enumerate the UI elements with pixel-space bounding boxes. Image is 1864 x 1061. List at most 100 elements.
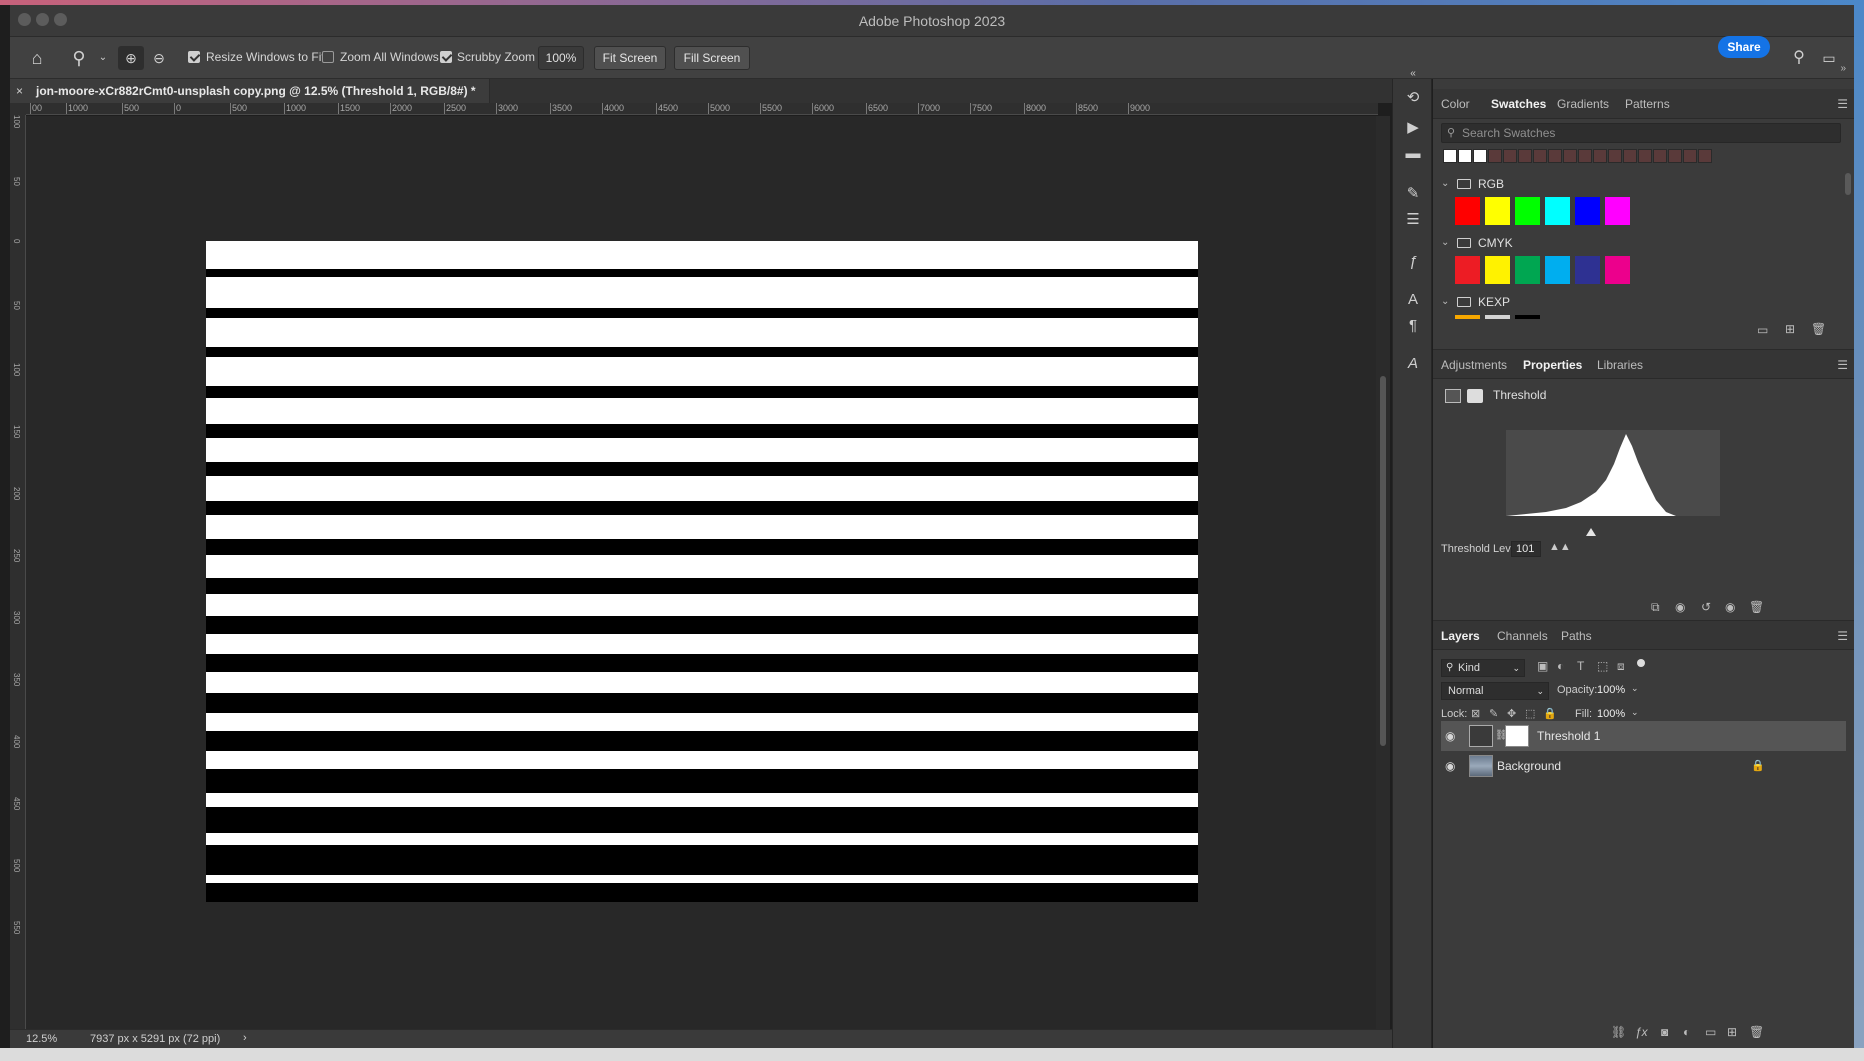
color-swatch[interactable] xyxy=(1575,256,1600,284)
panel-menu-icon[interactable]: ☰ xyxy=(1837,629,1848,643)
color-swatch[interactable] xyxy=(1455,256,1480,284)
tab-paths[interactable]: Paths xyxy=(1561,621,1592,651)
color-swatch[interactable] xyxy=(1515,315,1540,319)
recent-color-swatch[interactable] xyxy=(1458,149,1472,163)
tab-color[interactable]: Color xyxy=(1441,89,1470,119)
filter-shape-icon[interactable]: ⬚ xyxy=(1597,659,1608,673)
panel-menu-icon[interactable]: ☰ xyxy=(1837,97,1848,111)
tab-patterns[interactable]: Patterns xyxy=(1625,89,1670,119)
color-swatch[interactable] xyxy=(1485,256,1510,284)
filter-smart-object-icon[interactable]: ⧈ xyxy=(1617,659,1625,674)
fill-chevron-down-icon[interactable]: ⌄ xyxy=(1631,707,1639,718)
zoom-all-windows-checkbox[interactable] xyxy=(322,51,334,63)
panel-menu-icon[interactable]: ☰ xyxy=(1837,358,1848,372)
filter-pixel-icon[interactable]: ▣ xyxy=(1537,659,1548,673)
adjustments-sliders-icon[interactable]: ☰ xyxy=(1401,209,1425,231)
glyphs-icon[interactable]: A xyxy=(1401,353,1425,375)
color-swatch[interactable] xyxy=(1545,256,1570,284)
layer-mask-thumbnail[interactable] xyxy=(1505,725,1529,747)
tab-swatches[interactable]: Swatches xyxy=(1491,89,1546,119)
fill-screen-button[interactable]: Fill Screen xyxy=(674,46,750,70)
threshold-level-input[interactable]: 101 xyxy=(1511,541,1541,557)
tab-gradients[interactable]: Gradients xyxy=(1557,89,1609,119)
filter-toggle-icon[interactable] xyxy=(1637,659,1645,667)
home-icon[interactable]: ⌂ xyxy=(24,46,50,70)
delete-adjustment-icon[interactable]: 🗑 xyxy=(1749,600,1764,614)
recent-color-swatch[interactable] xyxy=(1518,149,1532,163)
clip-to-layer-icon[interactable]: ⧉ xyxy=(1651,600,1660,615)
horizontal-ruler[interactable]: 00 1000 500 0 500 1000 1500 2000 2500 3000 3500 400… xyxy=(26,103,1378,115)
layer-mask-icon[interactable] xyxy=(1467,389,1483,403)
color-swatch[interactable] xyxy=(1515,197,1540,225)
recent-color-swatch[interactable] xyxy=(1668,149,1682,163)
styles-fx-icon[interactable]: ƒ xyxy=(1401,251,1425,273)
chevron-down-icon[interactable]: ⌄ xyxy=(1441,173,1449,195)
paragraph-icon[interactable]: ¶ xyxy=(1401,315,1425,337)
new-group-icon[interactable]: ▭ xyxy=(1705,1025,1716,1039)
layer-visibility-eye-icon[interactable]: ◉ xyxy=(1445,751,1455,781)
tab-properties[interactable]: Properties xyxy=(1523,350,1582,380)
layer-row-threshold[interactable]: ◉ ⛓ Threshold 1 xyxy=(1441,721,1846,751)
color-swatch[interactable] xyxy=(1575,197,1600,225)
reset-adjustment-icon[interactable]: ↺ xyxy=(1701,600,1711,614)
new-group-folder-icon[interactable]: ▭ xyxy=(1757,323,1768,337)
zoom-tool-icon[interactable]: ⚲ xyxy=(66,46,92,70)
opacity-input[interactable]: 100% xyxy=(1597,684,1625,696)
collapse-panels-icon[interactable]: » xyxy=(1840,63,1846,74)
new-layer-icon[interactable]: ⊞ xyxy=(1727,1025,1737,1039)
lock-all-icon[interactable]: 🔒 xyxy=(1543,707,1557,720)
lock-image-pixels-icon[interactable]: ✎ xyxy=(1489,707,1498,720)
filter-adjustment-icon[interactable]: ◐ xyxy=(1557,659,1564,673)
swatch-group-cmyk[interactable]: ⌄ CMYK xyxy=(1433,232,1833,254)
lock-transparent-pixels-icon[interactable]: ⊠ xyxy=(1471,707,1480,720)
document-image[interactable] xyxy=(206,241,1198,902)
brush-settings-icon[interactable]: ✎ xyxy=(1401,183,1425,205)
close-tab-icon[interactable]: × xyxy=(16,79,23,103)
character-icon[interactable]: A xyxy=(1401,289,1425,311)
comments-icon[interactable]: ▬ xyxy=(1401,143,1425,165)
zoom-out-icon[interactable]: ⊖ xyxy=(146,46,172,70)
recent-color-swatch[interactable] xyxy=(1578,149,1592,163)
blend-mode-select[interactable]: Normal ⌄ xyxy=(1441,682,1549,700)
toggle-visibility-eye-icon[interactable]: ◉ xyxy=(1725,600,1735,614)
recent-color-swatch[interactable] xyxy=(1488,149,1502,163)
prevent-autonest-icon[interactable]: ⬚ xyxy=(1525,707,1535,720)
recent-color-swatch[interactable] xyxy=(1533,149,1547,163)
recent-color-swatch[interactable] xyxy=(1638,149,1652,163)
new-adjustment-layer-icon[interactable]: ◐ xyxy=(1683,1025,1690,1039)
collapse-icons-icon[interactable]: « xyxy=(1401,63,1425,85)
scrubby-zoom-checkbox[interactable] xyxy=(440,51,452,63)
zoom-in-icon[interactable]: ⊕ xyxy=(118,46,144,70)
tool-preset-chevron-down-icon[interactable]: ⌄ xyxy=(90,46,116,70)
layer-visibility-eye-icon[interactable]: ◉ xyxy=(1445,721,1455,751)
color-swatch[interactable] xyxy=(1485,197,1510,225)
vertical-ruler[interactable]: 100 50 0 50 100 150 200 250 300 350 400 450 500 550 xyxy=(10,115,26,1035)
document-tab[interactable]: × jon-moore-xCr882rCmt0-unsplash copy.pn… xyxy=(10,79,490,103)
recent-color-swatch[interactable] xyxy=(1698,149,1712,163)
color-swatch[interactable] xyxy=(1605,197,1630,225)
opacity-chevron-down-icon[interactable]: ⌄ xyxy=(1631,683,1639,694)
tab-libraries[interactable]: Libraries xyxy=(1597,350,1643,380)
recent-color-swatch[interactable] xyxy=(1593,149,1607,163)
recent-color-swatch[interactable] xyxy=(1608,149,1622,163)
lock-position-icon[interactable]: ✥ xyxy=(1507,707,1516,720)
recent-color-swatch[interactable] xyxy=(1548,149,1562,163)
delete-layer-icon[interactable]: 🗑 xyxy=(1749,1025,1764,1039)
color-swatch[interactable] xyxy=(1455,197,1480,225)
recent-color-swatch[interactable] xyxy=(1623,149,1637,163)
zoom-level-readout[interactable]: 12.5% xyxy=(26,1033,57,1045)
tab-adjustments[interactable]: Adjustments xyxy=(1441,350,1507,380)
chevron-down-icon[interactable]: ⌄ xyxy=(1441,291,1449,313)
delete-swatch-icon[interactable]: 🗑 xyxy=(1811,322,1826,336)
chevron-down-icon[interactable]: ⌄ xyxy=(1441,232,1449,254)
history-icon[interactable]: ⟲ xyxy=(1401,87,1425,109)
view-previous-state-icon[interactable]: ◉ xyxy=(1675,600,1685,614)
status-menu-arrow[interactable]: › xyxy=(243,1032,247,1044)
filter-type-icon[interactable]: T xyxy=(1577,659,1584,673)
resize-windows-checkbox[interactable] xyxy=(188,51,200,63)
threshold-slider-handle[interactable] xyxy=(1586,528,1596,536)
color-swatch[interactable] xyxy=(1515,256,1540,284)
layer-row-background[interactable]: ◉ Background 🔒 xyxy=(1441,751,1846,781)
tab-layers[interactable]: Layers xyxy=(1441,621,1480,651)
recent-color-swatch[interactable] xyxy=(1443,149,1457,163)
